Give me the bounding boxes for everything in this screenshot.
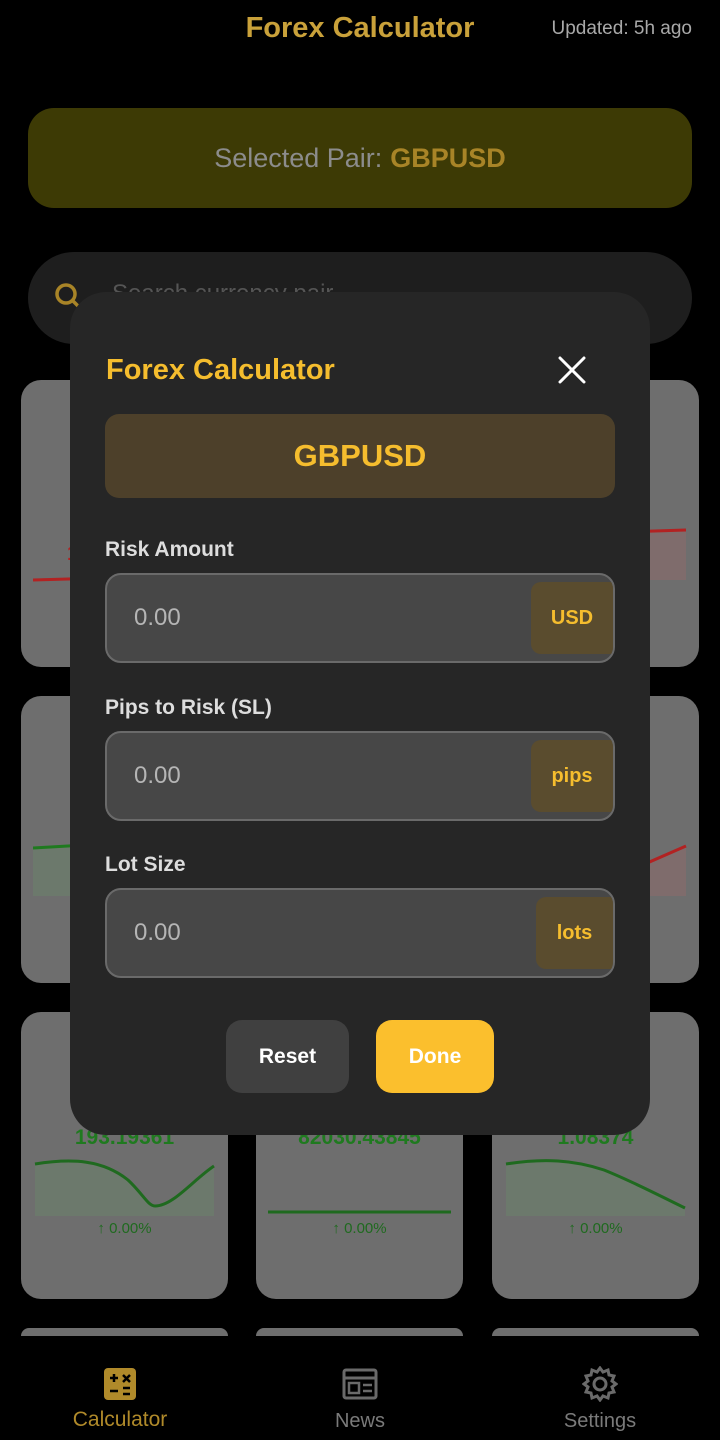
- nav-item-settings[interactable]: Settings: [480, 1336, 720, 1440]
- selected-pair-banner: Selected Pair: GBPUSD: [28, 108, 692, 208]
- risk-amount-field[interactable]: USD: [105, 573, 615, 663]
- forex-calculator-dialog: Forex Calculator GBPUSD Risk Amount USD …: [70, 292, 650, 1135]
- currency-card-partial: [492, 1328, 699, 1336]
- nav-label-settings: Settings: [563, 1410, 637, 1432]
- arrow-up-icon: ↑: [568, 1220, 581, 1237]
- nav-label-news: News: [334, 1410, 385, 1432]
- sparkline-chart: [505, 1159, 686, 1216]
- arrow-up-icon: ↑: [332, 1220, 345, 1237]
- sparkline-chart: [268, 1210, 451, 1214]
- calculator-icon: [104, 1368, 136, 1400]
- currency-card-partial: [256, 1328, 463, 1336]
- pips-to-risk-field[interactable]: pips: [105, 731, 615, 821]
- card-change: ↑ 0.00%: [492, 1220, 699, 1237]
- dialog-pair-display: GBPUSD: [105, 414, 615, 498]
- reset-button[interactable]: Reset: [226, 1020, 349, 1093]
- card-change-value: 0.00%: [580, 1220, 623, 1237]
- lot-size-label: Lot Size: [105, 853, 186, 876]
- lots-unit: lots: [536, 897, 613, 969]
- selected-pair-code: GBPUSD: [390, 142, 506, 173]
- news-icon: [342, 1368, 378, 1400]
- pips-unit: pips: [531, 740, 613, 812]
- card-change-value: 0.00%: [344, 1220, 387, 1237]
- lot-size-field[interactable]: lots: [105, 888, 615, 978]
- done-button[interactable]: Done: [376, 1020, 494, 1093]
- card-change: ↑ 0.00%: [21, 1220, 228, 1237]
- risk-amount-label: Risk Amount: [105, 538, 234, 561]
- risk-amount-input[interactable]: [107, 575, 527, 661]
- updated-status: Updated: 5h ago: [551, 18, 692, 39]
- settings-icon: [582, 1366, 618, 1402]
- selected-pair-label: Selected Pair:: [214, 142, 383, 173]
- app-header: Forex Calculator Updated: 5h ago: [0, 0, 720, 62]
- bottom-nav: Calculator News Settings: [0, 1336, 720, 1440]
- sparkline-chart: [34, 1159, 215, 1216]
- dialog-title: Forex Calculator: [106, 354, 335, 386]
- card-change: ↑ 0.00%: [256, 1220, 463, 1237]
- close-icon[interactable]: [556, 354, 588, 386]
- card-change-value: 0.00%: [109, 1220, 152, 1237]
- nav-item-news[interactable]: News: [240, 1336, 480, 1440]
- currency-card-partial: [21, 1328, 228, 1336]
- lot-size-input[interactable]: [107, 890, 527, 976]
- risk-amount-unit: USD: [531, 582, 613, 654]
- arrow-up-icon: ↑: [97, 1220, 110, 1237]
- nav-label-calculator: Calculator: [72, 1408, 168, 1431]
- pips-to-risk-input[interactable]: [107, 733, 527, 819]
- pips-to-risk-label: Pips to Risk (SL): [105, 696, 272, 719]
- nav-item-calculator[interactable]: Calculator: [0, 1336, 240, 1440]
